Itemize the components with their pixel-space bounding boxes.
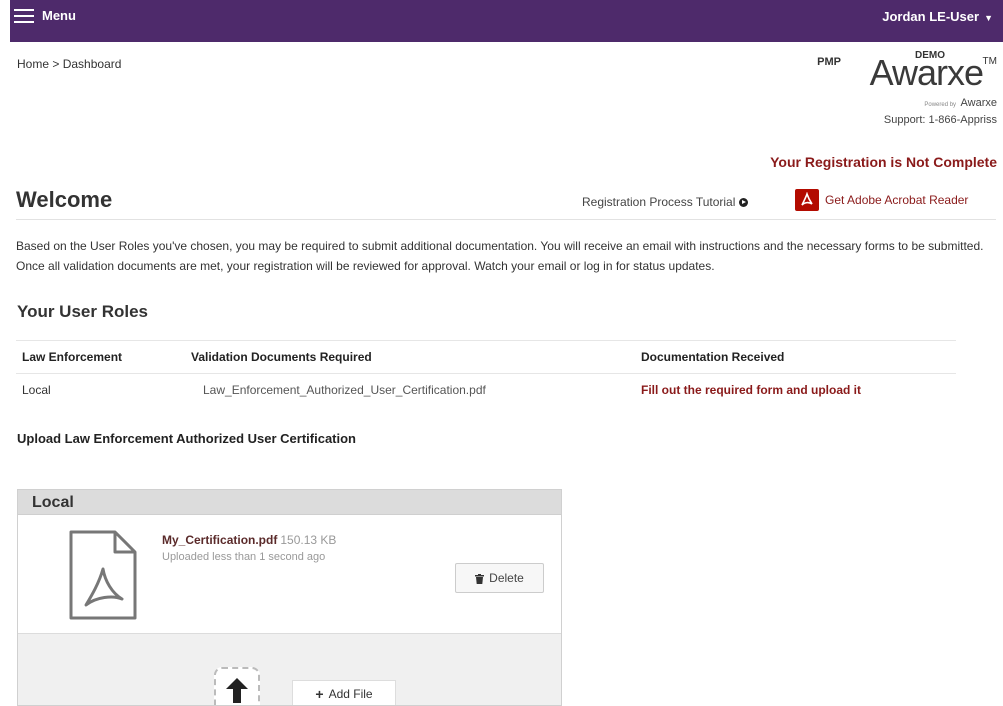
panel-title: Local	[18, 490, 561, 515]
divider	[16, 219, 996, 220]
caret-down-icon: ▼	[984, 13, 993, 23]
powered-brand: Awarxe	[960, 97, 997, 109]
powered-by: Powered by Awarxe	[924, 97, 997, 109]
upload-panel: Local My_Certification.pdf 150.13 KB Uplo…	[17, 489, 562, 706]
breadcrumb-current: Dashboard	[62, 57, 122, 71]
acrobat-reader-link[interactable]: Get Adobe Acrobat Reader	[795, 189, 968, 211]
file-size: 150.13 KB	[280, 533, 337, 547]
roles-table-header: Law Enforcement Validation Documents Req…	[16, 340, 956, 374]
upload-title: Upload Law Enforcement Authorized User C…	[17, 431, 357, 446]
col-header-validation-docs: Validation Documents Required	[191, 350, 372, 364]
acrobat-icon	[795, 189, 819, 211]
roles-title: Your User Roles	[17, 302, 149, 321]
registration-warning: Your Registration is Not Complete	[770, 154, 997, 170]
delete-label: Delete	[489, 571, 524, 585]
upload-arrow-icon	[214, 667, 260, 705]
file-drop-zone[interactable]: + Add File	[18, 635, 561, 705]
role-cell: Local	[22, 383, 51, 397]
table-row: Local Law_Enforcement_Authorized_User_Ce…	[16, 374, 956, 406]
intro-text: Based on the User Roles you've chosen, y…	[16, 239, 984, 273]
add-file-button[interactable]: + Add File	[292, 680, 396, 705]
breadcrumb-home[interactable]: Home	[17, 57, 49, 71]
breadcrumb-separator: >	[52, 57, 60, 71]
acrobat-label: Get Adobe Acrobat Reader	[825, 193, 969, 207]
logo-pmp: PMP	[817, 56, 841, 68]
user-menu[interactable]: Jordan LE-User ▼	[882, 9, 993, 24]
col-header-law-enforcement: Law Enforcement	[22, 350, 123, 364]
tutorial-link[interactable]: Registration Process Tutorial	[582, 195, 749, 209]
upload-time: Uploaded less than 1 second ago	[162, 551, 326, 563]
breadcrumb: Home > Dashboard	[17, 57, 121, 71]
play-circle-icon	[739, 198, 749, 207]
pdf-file-icon	[68, 529, 138, 621]
roles-table: Law Enforcement Validation Documents Req…	[16, 340, 956, 406]
menu-icon	[14, 8, 34, 23]
plus-icon: +	[315, 686, 324, 702]
file-name[interactable]: My_Certification.pdf	[162, 533, 277, 547]
powered-by-text: Powered by	[924, 102, 957, 108]
logo-tm: TM	[982, 56, 997, 67]
uploaded-file-card: My_Certification.pdf 150.13 KB Uploaded l…	[18, 515, 561, 634]
add-file-label: Add File	[328, 687, 373, 701]
col-header-doc-received: Documentation Received	[641, 350, 785, 364]
file-info: My_Certification.pdf 150.13 KB	[162, 533, 336, 547]
tutorial-label: Registration Process Tutorial	[582, 195, 736, 209]
menu-label: Menu	[42, 8, 76, 23]
top-navbar: Menu Jordan LE-User ▼	[10, 0, 1003, 42]
user-name: Jordan LE-User	[882, 9, 980, 24]
delete-button[interactable]: Delete	[455, 563, 544, 593]
page-title: Welcome	[16, 187, 113, 212]
status-cell: Fill out the required form and upload it	[641, 383, 861, 397]
trash-icon	[475, 573, 485, 584]
awarxe-logo: PMP DEMO Awarxe TM Powered by Awarxe Sup…	[797, 50, 997, 160]
support-phone: Support: 1-866-Appriss	[883, 114, 997, 126]
logo-brand: Awarxe	[869, 52, 984, 93]
menu-button[interactable]: Menu	[14, 8, 76, 23]
document-link[interactable]: Law_Enforcement_Authorized_User_Certific…	[191, 383, 641, 397]
